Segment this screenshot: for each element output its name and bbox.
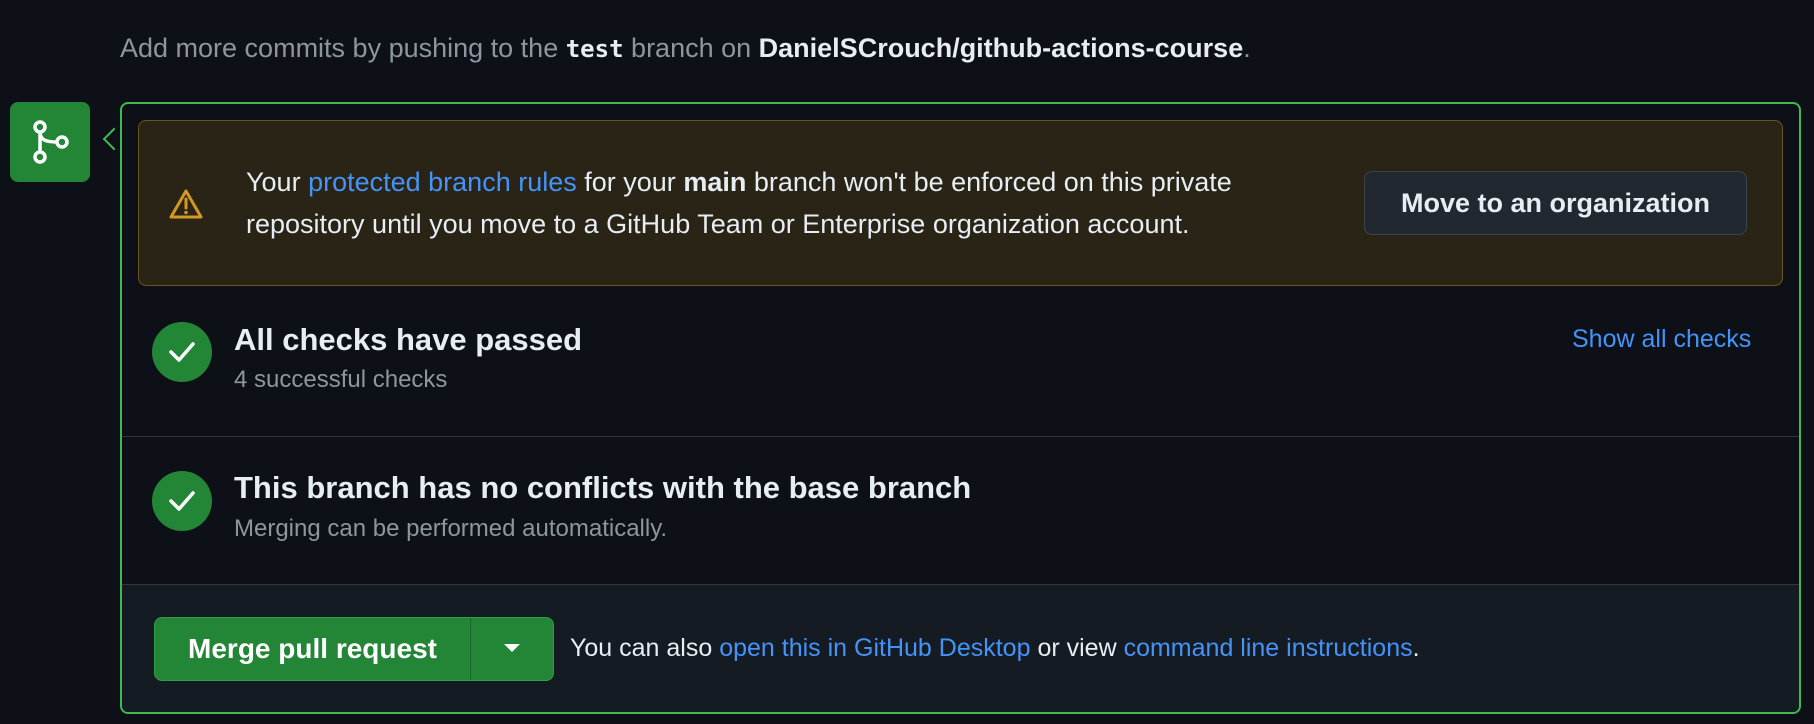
alert-icon (169, 189, 203, 224)
conflicts-subtitle: Merging can be performed automatically. (234, 515, 668, 542)
warning-text-2: for your (584, 167, 676, 197)
hint-repo: DanielSCrouch/github-actions-course (758, 33, 1244, 63)
warning-branch: main (683, 167, 747, 197)
merge-hint: Add more commits by pushing to the test … (120, 33, 1251, 64)
hint-suffix: . (1243, 33, 1251, 63)
merge-pull-request-button[interactable]: Merge pull request (155, 618, 471, 680)
command-line-instructions-link[interactable]: command line instructions (1124, 634, 1413, 662)
merge-options-dropdown[interactable] (471, 618, 553, 680)
warning-text: Your protected branch rules for your mai… (246, 161, 1346, 245)
protected-branch-rules-link[interactable]: protected branch rules (308, 167, 577, 197)
github-desktop-link[interactable]: open this in GitHub Desktop (719, 634, 1030, 662)
show-all-checks-link[interactable]: Show all checks (1572, 325, 1751, 354)
protection-warning: Your protected branch rules for your mai… (138, 120, 1783, 286)
triangle-down-icon (503, 640, 521, 658)
git-merge-icon (10, 102, 90, 182)
checks-title: All checks have passed (234, 322, 583, 357)
merge-button-group: Merge pull request (154, 617, 554, 681)
conflicts-title: This branch has no conflicts with the ba… (234, 470, 972, 505)
footer-text-3: . (1412, 634, 1420, 662)
warning-text-1: Your (246, 167, 301, 197)
checks-subtitle: 4 successful checks (234, 366, 448, 393)
hint-branch: test (565, 35, 624, 63)
hint-prefix: Add more commits by pushing to the (120, 33, 559, 63)
footer-text-1: You can also (570, 634, 713, 662)
footer-text-2: or view (1037, 634, 1117, 662)
merge-footer: Merge pull request You can also open thi… (122, 584, 1799, 712)
check-icon (152, 471, 212, 531)
conflicts-status-row: This branch has no conflicts with the ba… (122, 436, 1799, 584)
hint-middle: branch on (631, 33, 752, 63)
check-icon (152, 322, 212, 382)
footer-text: You can also open this in GitHub Desktop… (570, 634, 1420, 663)
move-to-organization-button[interactable]: Move to an organization (1364, 171, 1747, 235)
merge-box: Your protected branch rules for your mai… (120, 102, 1801, 714)
checks-status-row: All checks have passed 4 successful chec… (122, 286, 1799, 434)
